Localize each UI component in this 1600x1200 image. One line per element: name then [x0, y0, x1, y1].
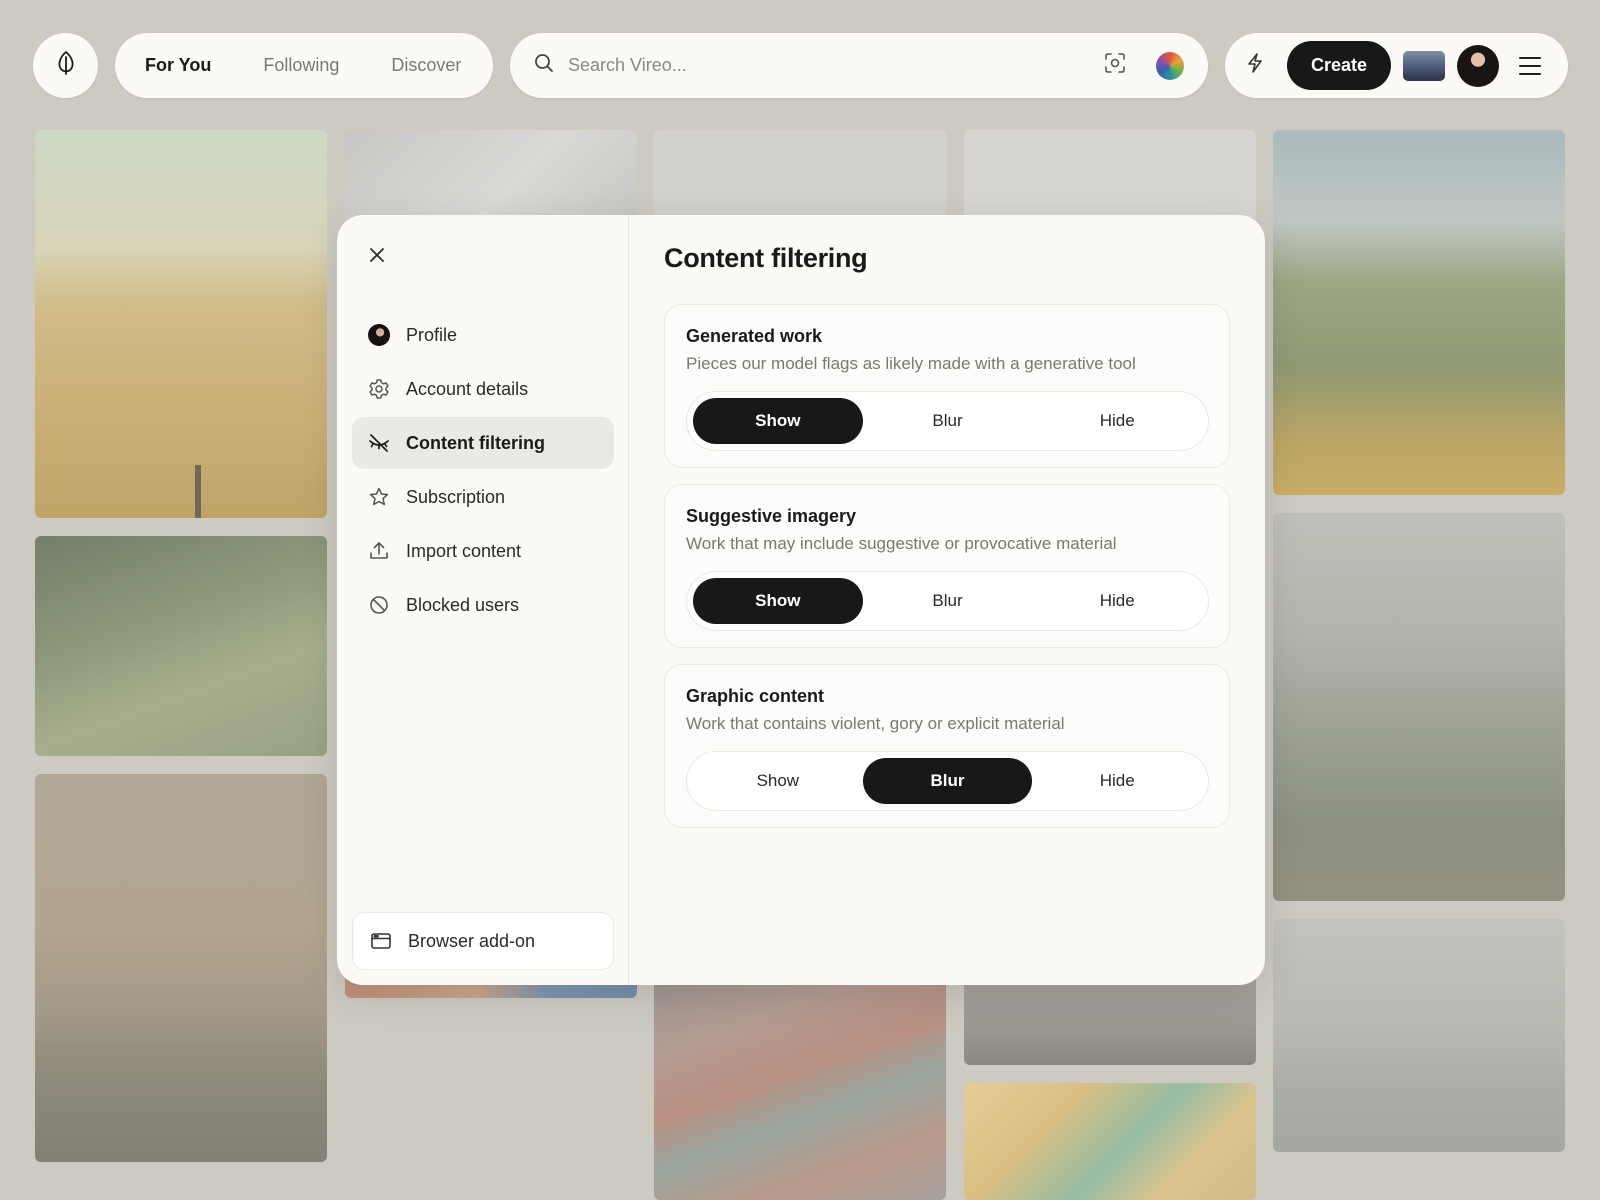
- filter-segmented-control: Show Blur Hide: [686, 391, 1209, 451]
- sidebar-item-label: Blocked users: [406, 594, 520, 615]
- actions-bar: Create: [1225, 33, 1568, 98]
- sidebar-item-subscription[interactable]: Subscription: [352, 471, 614, 523]
- filter-title: Suggestive imagery: [686, 506, 857, 526]
- upload-icon: [368, 540, 390, 562]
- blocked-icon: [368, 594, 390, 616]
- option-blur[interactable]: Blur: [863, 398, 1033, 444]
- option-show[interactable]: Show: [693, 758, 863, 804]
- settings-modal: Profile Account details Content filterin…: [337, 215, 1265, 985]
- sidebar-item-label: Profile: [406, 324, 458, 345]
- option-show[interactable]: Show: [693, 578, 863, 624]
- sidebar-item-account-details[interactable]: Account details: [352, 363, 614, 415]
- gear-icon: [368, 378, 390, 400]
- settings-sidebar: Profile Account details Content filterin…: [337, 215, 629, 985]
- avatar: [368, 324, 390, 346]
- search-input[interactable]: [568, 55, 1104, 76]
- search-icon: [534, 53, 554, 78]
- search-bar: [510, 33, 1208, 98]
- create-button[interactable]: Create: [1287, 41, 1391, 90]
- sidebar-item-blocked-users[interactable]: Blocked users: [352, 579, 614, 631]
- filter-description: Work that contains violent, gory or expl…: [686, 714, 1065, 733]
- option-hide[interactable]: Hide: [1032, 578, 1202, 624]
- star-icon: [368, 486, 390, 508]
- sidebar-item-label: Content filtering: [406, 432, 545, 453]
- avatar[interactable]: [1457, 44, 1499, 87]
- settings-menu: Profile Account details Content filterin…: [352, 309, 614, 633]
- sidebar-item-import-content[interactable]: Import content: [352, 525, 614, 577]
- feed-tabs: For You Following Discover: [115, 33, 493, 98]
- sidebar-item-label: Subscription: [406, 486, 506, 507]
- option-blur[interactable]: Blur: [863, 578, 1033, 624]
- filter-card-generated-work: Generated work Pieces our model flags as…: [664, 304, 1230, 468]
- filter-description: Work that may include suggestive or prov…: [686, 534, 1117, 553]
- option-hide[interactable]: Hide: [1032, 758, 1202, 804]
- leaf-icon: [55, 50, 77, 81]
- option-show[interactable]: Show: [693, 398, 863, 444]
- tab-discover[interactable]: Discover: [391, 55, 461, 76]
- page-title: Content filtering: [664, 243, 868, 273]
- sidebar-item-content-filtering[interactable]: Content filtering: [352, 417, 614, 469]
- filter-title: Graphic content: [686, 686, 825, 706]
- recent-thumbnail[interactable]: [1403, 50, 1445, 81]
- settings-content: Content filtering Generated work Pieces …: [629, 215, 1265, 985]
- browser-addon-label: Browser add-on: [408, 930, 536, 951]
- tab-for-you[interactable]: For You: [145, 55, 211, 76]
- filter-segmented-control: Show Blur Hide: [686, 751, 1209, 811]
- filter-title: Generated work: [686, 326, 823, 346]
- logo-button[interactable]: [33, 33, 98, 98]
- color-wheel-icon[interactable]: [1156, 51, 1184, 80]
- hamburger-menu-icon[interactable]: [1519, 56, 1541, 75]
- lightning-icon[interactable]: [1245, 52, 1265, 79]
- filter-description: Pieces our model flags as likely made wi…: [686, 354, 1136, 373]
- sidebar-item-label: Import content: [406, 540, 522, 561]
- sidebar-item-label: Account details: [406, 378, 529, 399]
- tab-following[interactable]: Following: [263, 55, 339, 76]
- filter-card-suggestive-imagery: Suggestive imagery Work that may include…: [664, 484, 1230, 648]
- scan-icon[interactable]: [1104, 52, 1126, 79]
- option-blur[interactable]: Blur: [862, 758, 1033, 804]
- sidebar-item-profile[interactable]: Profile: [352, 309, 614, 361]
- eye-off-icon: [368, 432, 390, 454]
- filter-card-graphic-content: Graphic content Work that contains viole…: [664, 664, 1230, 828]
- filter-segmented-control: Show Blur Hide: [686, 571, 1209, 631]
- option-hide[interactable]: Hide: [1032, 398, 1202, 444]
- browser-addon-button[interactable]: Browser add-on: [352, 912, 614, 970]
- close-icon[interactable]: [365, 243, 389, 267]
- browser-window-icon: [370, 930, 392, 952]
